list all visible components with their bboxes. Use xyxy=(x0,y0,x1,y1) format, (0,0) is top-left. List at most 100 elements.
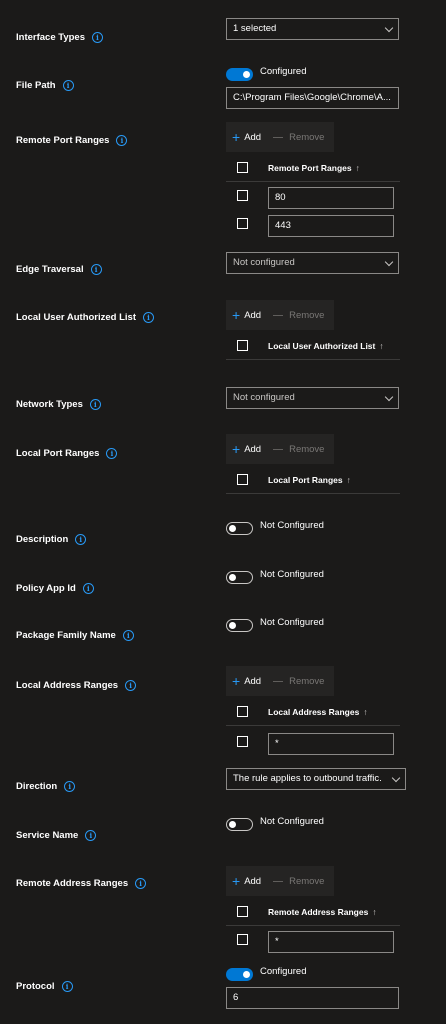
column-header[interactable]: Local Port Ranges ↑ xyxy=(268,475,351,485)
plus-icon: + xyxy=(232,307,241,323)
remove-button[interactable]: Remove xyxy=(273,876,324,887)
select-all-checkbox[interactable] xyxy=(237,906,248,917)
file-path-toggle[interactable]: Configured xyxy=(226,66,306,81)
remove-label: Remove xyxy=(289,675,325,687)
direction-label: Direction xyxy=(16,781,58,792)
local-port-ranges-label: Local Port Ranges xyxy=(16,448,100,459)
toggle-switch[interactable] xyxy=(226,619,253,632)
info-icon[interactable]: i xyxy=(64,781,76,792)
protocol-input[interactable]: 6 xyxy=(226,987,399,1009)
toggle-state-label: Not Configured xyxy=(260,617,324,628)
select-all-checkbox[interactable] xyxy=(237,340,248,351)
row-checkbox[interactable] xyxy=(237,736,248,747)
column-header[interactable]: Local Address Ranges ↑ xyxy=(268,707,368,717)
toggle-state-label: Not Configured xyxy=(260,569,324,580)
interface-types-dropdown[interactable]: 1 selected xyxy=(226,18,399,40)
remove-button[interactable]: Remove xyxy=(273,676,324,687)
minus-icon xyxy=(273,136,284,138)
row-checkbox[interactable] xyxy=(237,934,248,945)
add-button[interactable]: + Add xyxy=(232,874,262,888)
package-family-name-toggle[interactable]: Not Configured xyxy=(226,617,324,632)
toggle-switch[interactable] xyxy=(226,818,253,831)
toggle-switch[interactable] xyxy=(226,522,253,535)
info-icon[interactable]: i xyxy=(82,583,94,594)
info-icon[interactable]: i xyxy=(116,135,128,146)
table-row: 443 xyxy=(226,215,400,243)
local-address-input[interactable]: * xyxy=(268,733,394,755)
remote-port-ranges-commandbar: + Add Remove xyxy=(226,122,334,152)
info-icon[interactable]: i xyxy=(89,399,101,410)
toggle-switch[interactable] xyxy=(226,68,253,81)
remove-button[interactable]: Remove xyxy=(273,132,324,143)
remove-button[interactable]: Remove xyxy=(273,310,324,321)
info-icon[interactable]: i xyxy=(106,448,118,459)
select-all-checkbox[interactable] xyxy=(237,706,248,717)
chevron-down-icon xyxy=(391,773,401,783)
column-header[interactable]: Local User Authorized List ↑ xyxy=(268,341,384,351)
local-address-ranges-label: Local Address Ranges xyxy=(16,680,119,691)
info-icon[interactable]: i xyxy=(61,981,73,992)
chevron-down-icon xyxy=(384,392,394,402)
description-label: Description xyxy=(16,534,69,545)
add-button[interactable]: + Add xyxy=(232,130,261,144)
info-icon[interactable]: i xyxy=(90,264,102,275)
sort-ascending-icon: ↑ xyxy=(372,906,377,917)
select-all-checkbox[interactable] xyxy=(237,162,248,173)
direction-dropdown[interactable]: The rule applies to outbound traffic. xyxy=(226,768,406,790)
policy-app-id-toggle[interactable]: Not Configured xyxy=(226,569,324,584)
minus-icon xyxy=(273,880,284,882)
edge-traversal-label: Edge Traversal xyxy=(16,264,84,275)
interface-types-label: Interface Types xyxy=(16,32,85,43)
column-header[interactable]: Remote Address Ranges ↑ xyxy=(268,907,377,917)
network-types-label: Network Types xyxy=(16,399,83,410)
toggle-switch[interactable] xyxy=(226,968,253,981)
remote-port-ranges-header: Remote Port Ranges ↑ xyxy=(226,154,400,182)
label-edge-traversal: Edge Traversal i xyxy=(16,264,102,275)
label-remote-address-ranges: Remote Address Ranges i xyxy=(16,878,147,889)
info-icon[interactable]: i xyxy=(62,80,74,91)
minus-icon xyxy=(273,680,284,682)
info-icon[interactable]: i xyxy=(122,630,134,641)
description-toggle[interactable]: Not Configured xyxy=(226,520,324,535)
service-name-toggle[interactable]: Not Configured xyxy=(226,816,324,831)
add-label: Add xyxy=(244,675,262,687)
minus-icon xyxy=(273,314,284,316)
select-all-checkbox[interactable] xyxy=(237,474,248,485)
remote-port-input[interactable]: 443 xyxy=(268,215,394,237)
policy-app-id-label: Policy App Id xyxy=(16,583,76,594)
add-button[interactable]: + Add xyxy=(232,442,261,456)
row-checkbox[interactable] xyxy=(237,190,248,201)
remove-label: Remove xyxy=(289,131,325,143)
package-family-name-label: Package Family Name xyxy=(16,630,116,641)
remote-address-input[interactable]: * xyxy=(268,931,394,953)
remove-label: Remove xyxy=(289,309,325,321)
table-row: * xyxy=(226,733,400,761)
add-button[interactable]: + Add xyxy=(232,307,261,323)
remove-button[interactable]: Remove xyxy=(273,444,324,455)
info-icon[interactable]: i xyxy=(135,878,147,889)
edge-traversal-dropdown[interactable]: Not configured xyxy=(226,252,399,274)
column-header-label: Local Port Ranges xyxy=(268,474,343,485)
info-icon[interactable]: i xyxy=(85,830,97,841)
network-types-dropdown[interactable]: Not configured xyxy=(226,387,399,409)
info-icon[interactable]: i xyxy=(75,534,87,545)
table-row: 80 xyxy=(226,187,400,215)
column-header[interactable]: Remote Port Ranges ↑ xyxy=(268,163,360,173)
remote-port-input[interactable]: 80 xyxy=(268,187,394,209)
remote-address-ranges-commandbar: + Add Remove xyxy=(226,866,334,896)
info-icon[interactable]: i xyxy=(92,32,103,43)
info-icon[interactable]: i xyxy=(143,312,154,323)
minus-icon xyxy=(273,448,284,450)
toggle-switch[interactable] xyxy=(226,571,253,584)
local-address-ranges-header: Local Address Ranges ↑ xyxy=(226,698,400,726)
table-row: * xyxy=(226,931,400,959)
local-user-authorized-list-commandbar: + Add Remove xyxy=(226,300,334,330)
chevron-down-icon xyxy=(384,23,394,33)
row-checkbox[interactable] xyxy=(237,218,248,229)
direction-value: The rule applies to outbound traffic. xyxy=(233,773,382,784)
info-icon[interactable]: i xyxy=(125,680,137,691)
add-label: Add xyxy=(244,875,262,887)
file-path-input[interactable]: C:\Program Files\Google\Chrome\A... xyxy=(226,87,399,109)
add-button[interactable]: + Add xyxy=(232,674,262,688)
protocol-toggle[interactable]: Configured xyxy=(226,966,306,981)
